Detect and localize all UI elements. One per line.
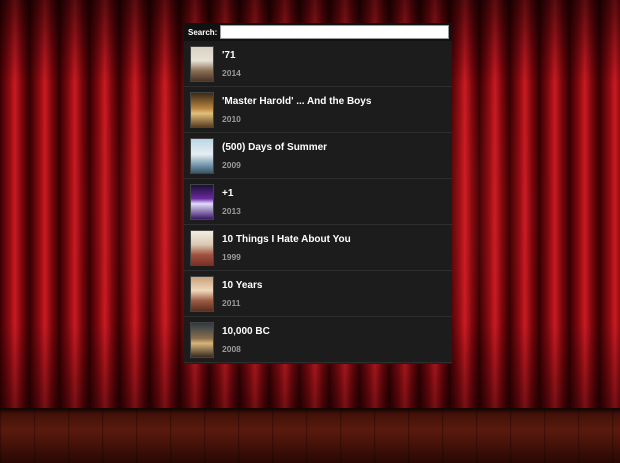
movie-poster bbox=[190, 321, 214, 358]
movie-year: 2014 bbox=[222, 67, 241, 78]
movie-poster bbox=[190, 183, 214, 220]
movie-title: 10,000 BC bbox=[222, 325, 270, 337]
movie-title: 10 Things I Hate About You bbox=[222, 233, 351, 245]
search-bar: Search: bbox=[184, 23, 452, 41]
movie-poster bbox=[190, 45, 214, 82]
movie-year: 2009 bbox=[222, 159, 241, 170]
list-item[interactable]: 10 Things I Hate About You 1999 bbox=[184, 225, 452, 271]
movie-title: (500) Days of Summer bbox=[222, 141, 328, 153]
movie-browser-panel: Search: '71 2014 'Master Harold' ... And… bbox=[184, 23, 452, 364]
movie-poster bbox=[190, 91, 214, 128]
movie-title: 'Master Harold' ... And the Boys bbox=[222, 95, 372, 107]
movie-list: '71 2014 'Master Harold' ... And the Boy… bbox=[184, 41, 452, 363]
list-item[interactable]: '71 2014 bbox=[184, 41, 452, 87]
list-item[interactable]: (500) Days of Summer 2009 bbox=[184, 133, 452, 179]
movie-title: 10 Years bbox=[222, 279, 263, 291]
search-label: Search: bbox=[188, 27, 218, 37]
movie-year: 2013 bbox=[222, 205, 241, 216]
movie-poster bbox=[190, 137, 214, 174]
movie-title: +1 bbox=[222, 187, 234, 199]
movie-year: 2011 bbox=[222, 297, 241, 308]
movie-poster bbox=[190, 229, 214, 266]
stage-floor bbox=[0, 408, 620, 463]
search-input[interactable] bbox=[220, 25, 449, 39]
list-item[interactable]: 'Master Harold' ... And the Boys 2010 bbox=[184, 87, 452, 133]
movie-year: 2008 bbox=[222, 343, 241, 354]
movie-poster bbox=[190, 275, 214, 312]
movie-year: 1999 bbox=[222, 251, 241, 262]
list-item[interactable]: 10 Years 2011 bbox=[184, 271, 452, 317]
movie-title: '71 bbox=[222, 49, 236, 61]
movie-year: 2010 bbox=[222, 113, 241, 124]
list-item[interactable]: +1 2013 bbox=[184, 179, 452, 225]
list-item[interactable]: 10,000 BC 2008 bbox=[184, 317, 452, 363]
